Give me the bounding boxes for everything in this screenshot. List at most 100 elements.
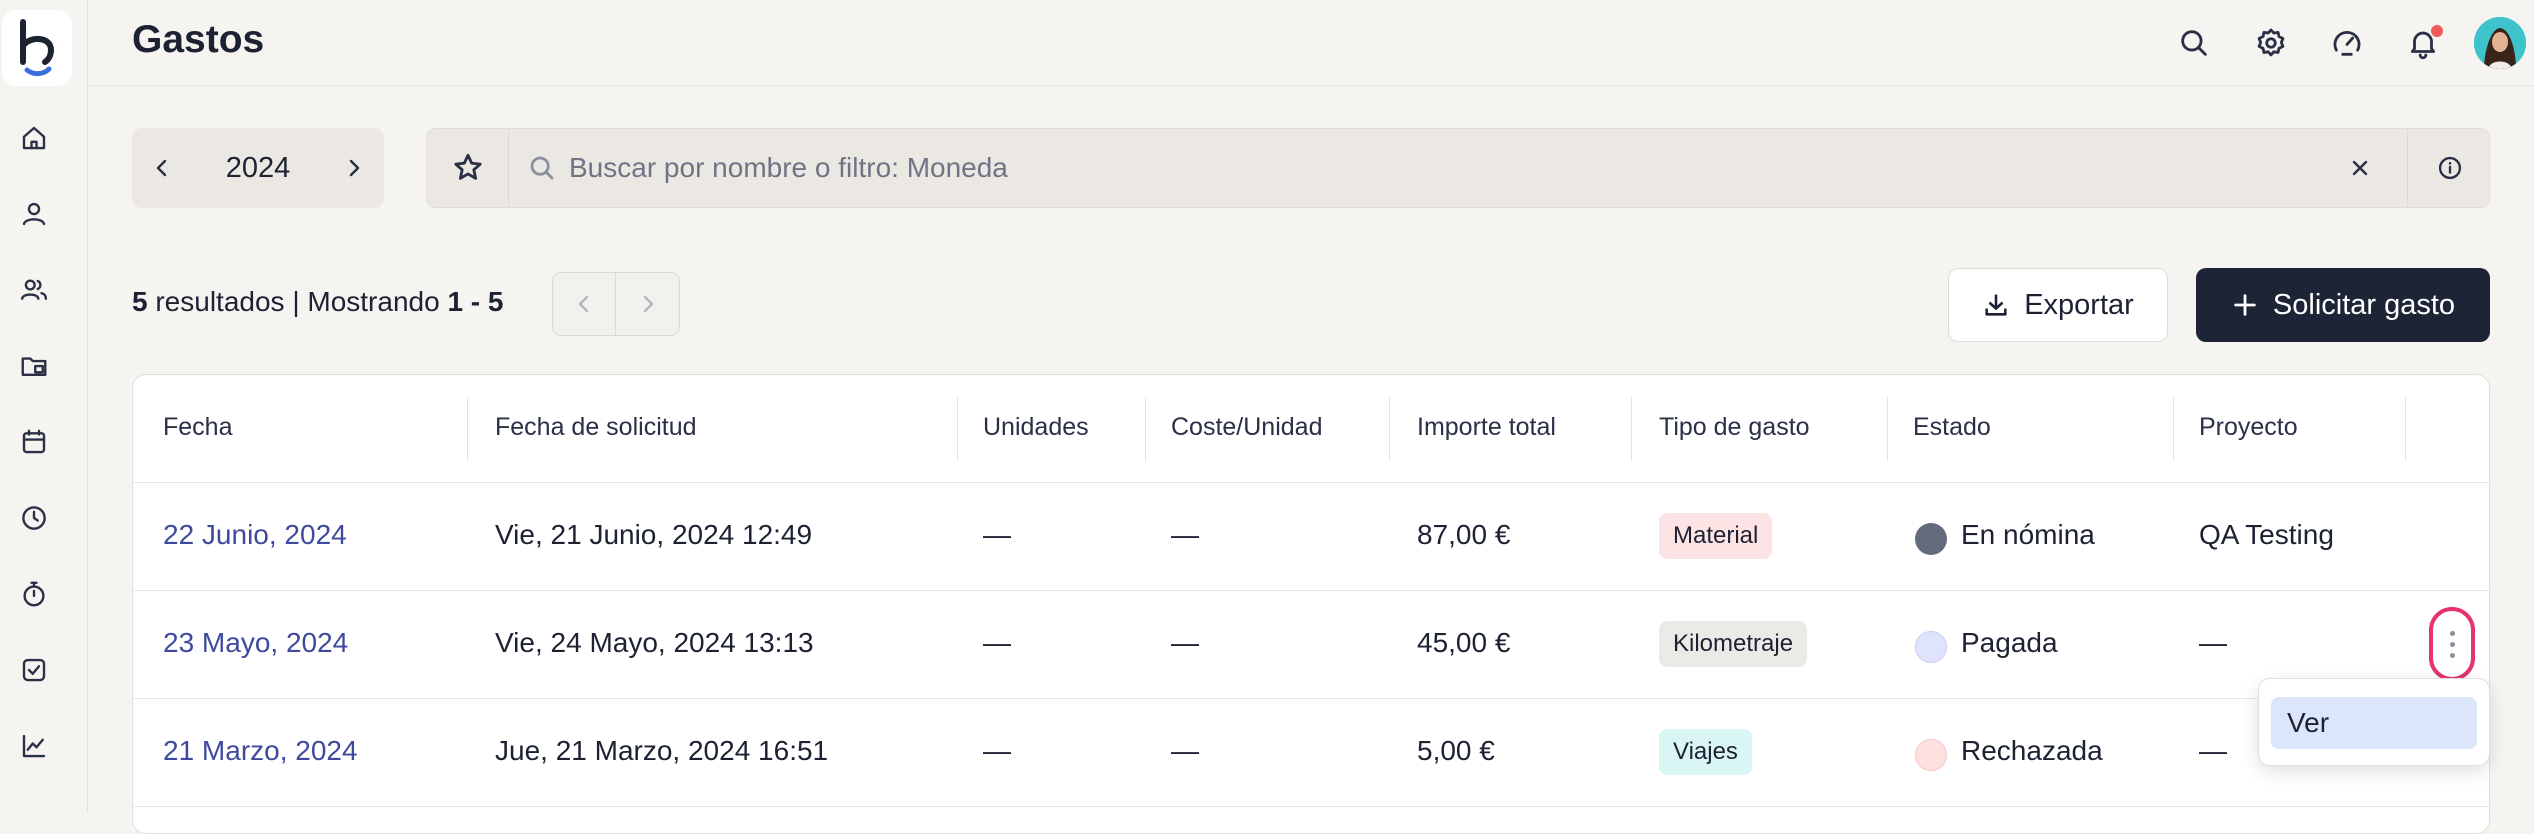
search-input[interactable]	[569, 143, 2269, 193]
results-range: 1 - 5	[447, 286, 504, 317]
date-link[interactable]: 21 Marzo, 2024	[163, 735, 358, 767]
project: —	[2199, 627, 2227, 658]
search-field-icon	[527, 153, 557, 183]
calendar-icon[interactable]	[14, 422, 54, 462]
column-divider	[2405, 397, 2406, 461]
status-dot	[1915, 523, 1947, 555]
person-icon[interactable]	[14, 194, 54, 234]
row-actions-button[interactable]	[2429, 607, 2475, 681]
notification-badge	[2431, 25, 2443, 37]
year-selector: 2024	[132, 128, 384, 208]
favorite-filters-button[interactable]	[427, 129, 509, 207]
column-header[interactable]: Importe total	[1417, 413, 1556, 442]
request-date: Vie, 24 Mayo, 2024 13:13	[495, 627, 814, 658]
year-value: 2024	[225, 151, 291, 184]
chevron-right-icon	[643, 295, 653, 313]
status-text: Pagada	[1961, 627, 2058, 658]
kebab-dot	[2449, 641, 2455, 647]
results-label: resultados | Mostrando	[147, 286, 448, 317]
sidebar	[0, 0, 88, 812]
export-button[interactable]: Exportar	[1948, 268, 2168, 342]
status-text: Rechazada	[1961, 735, 2103, 766]
plus-icon	[2234, 294, 2256, 316]
gear-icon[interactable]	[2250, 22, 2292, 64]
column-header[interactable]: Estado	[1913, 413, 1991, 442]
avatar[interactable]	[2474, 17, 2526, 69]
table-header: Fecha Fecha de solicitud Unidades Coste/…	[133, 375, 2489, 483]
people-icon[interactable]	[14, 270, 54, 310]
next-page-button[interactable]	[616, 273, 679, 335]
column-header[interactable]: Tipo de gasto	[1659, 413, 1810, 442]
kebab-dot	[2449, 630, 2455, 636]
total-amount: 5,00 €	[1417, 735, 1495, 766]
speedometer-icon[interactable]	[2326, 22, 2368, 64]
units: —	[983, 627, 1011, 658]
table-row[interactable]: 23 Mayo, 2024 Vie, 24 Mayo, 2024 13:13 —…	[133, 591, 2489, 699]
chevron-left-icon	[578, 295, 589, 313]
results-count: 5	[132, 286, 148, 317]
row-actions-menu: Ver	[2258, 678, 2490, 766]
clear-search-button[interactable]	[2341, 149, 2379, 187]
search-info-button[interactable]	[2407, 129, 2491, 207]
menu-item-ver[interactable]: Ver	[2271, 697, 2477, 749]
chevron-left-icon	[156, 159, 167, 177]
info-icon	[2438, 156, 2461, 180]
total-amount: 45,00 €	[1417, 627, 1511, 658]
app-logo[interactable]	[2, 10, 72, 86]
search-bar	[426, 128, 2490, 208]
date-link[interactable]: 22 Junio, 2024	[163, 519, 347, 551]
request-label: Solicitar gasto	[2272, 288, 2456, 321]
request-expense-button[interactable]: Solicitar gasto	[2196, 268, 2490, 342]
unit-cost: —	[1171, 735, 1199, 766]
column-header[interactable]: Coste/Unidad	[1171, 413, 1322, 442]
column-divider	[1389, 397, 1390, 461]
table-row[interactable]: 22 Junio, 2024 Vie, 21 Junio, 2024 12:49…	[133, 483, 2489, 591]
chart-line-icon[interactable]	[14, 726, 54, 766]
column-divider	[467, 397, 468, 461]
expense-type-tag: Viajes	[1659, 729, 1752, 775]
project: QA Testing	[2199, 519, 2334, 550]
column-header[interactable]: Fecha	[163, 413, 232, 442]
export-label: Exportar	[2024, 288, 2134, 321]
previous-year-button[interactable]	[132, 128, 192, 208]
top-bar: Gastos	[88, 0, 2534, 86]
date-link[interactable]: 23 Mayo, 2024	[163, 627, 348, 659]
unit-cost: —	[1171, 519, 1199, 550]
column-header[interactable]: Unidades	[983, 413, 1089, 442]
status-dot	[1915, 631, 1947, 663]
project: —	[2199, 735, 2227, 766]
column-divider	[957, 397, 958, 461]
next-year-button[interactable]	[324, 128, 384, 208]
check-square-icon[interactable]	[14, 650, 54, 690]
home-icon[interactable]	[14, 118, 54, 158]
pagination	[552, 272, 680, 336]
request-date: Vie, 21 Junio, 2024 12:49	[495, 519, 813, 550]
expenses-table: Fecha Fecha de solicitud Unidades Coste/…	[132, 374, 2490, 834]
table-row[interactable]: 21 Marzo, 2024 Jue, 21 Marzo, 2024 16:51…	[133, 699, 2489, 807]
close-icon	[2352, 160, 2368, 176]
search-icon[interactable]	[2173, 22, 2215, 64]
clock-icon[interactable]	[14, 498, 54, 538]
unit-cost: —	[1171, 627, 1199, 658]
units: —	[983, 519, 1011, 550]
page-title: Gastos	[132, 18, 265, 61]
units: —	[983, 735, 1011, 766]
status-dot	[1915, 739, 1947, 771]
column-header[interactable]: Proyecto	[2199, 413, 2298, 442]
expense-type-tag: Material	[1659, 513, 1773, 559]
request-date: Jue, 21 Marzo, 2024 16:51	[495, 735, 829, 766]
status-text: En nómina	[1961, 519, 2095, 550]
column-divider	[1631, 397, 1632, 461]
stopwatch-icon[interactable]	[14, 574, 54, 614]
previous-page-button[interactable]	[553, 273, 617, 335]
expense-type-tag: Kilometraje	[1659, 621, 1808, 667]
column-divider	[2173, 397, 2174, 461]
results-summary: 5 resultados | Mostrando 1 - 5	[132, 286, 503, 318]
total-amount: 87,00 €	[1417, 519, 1511, 550]
bell-icon[interactable]	[2402, 22, 2444, 64]
column-header[interactable]: Fecha de solicitud	[495, 413, 697, 442]
column-divider	[1145, 397, 1146, 461]
download-icon	[1985, 294, 2007, 316]
column-divider	[1887, 397, 1888, 461]
folder-icon[interactable]	[14, 346, 54, 386]
